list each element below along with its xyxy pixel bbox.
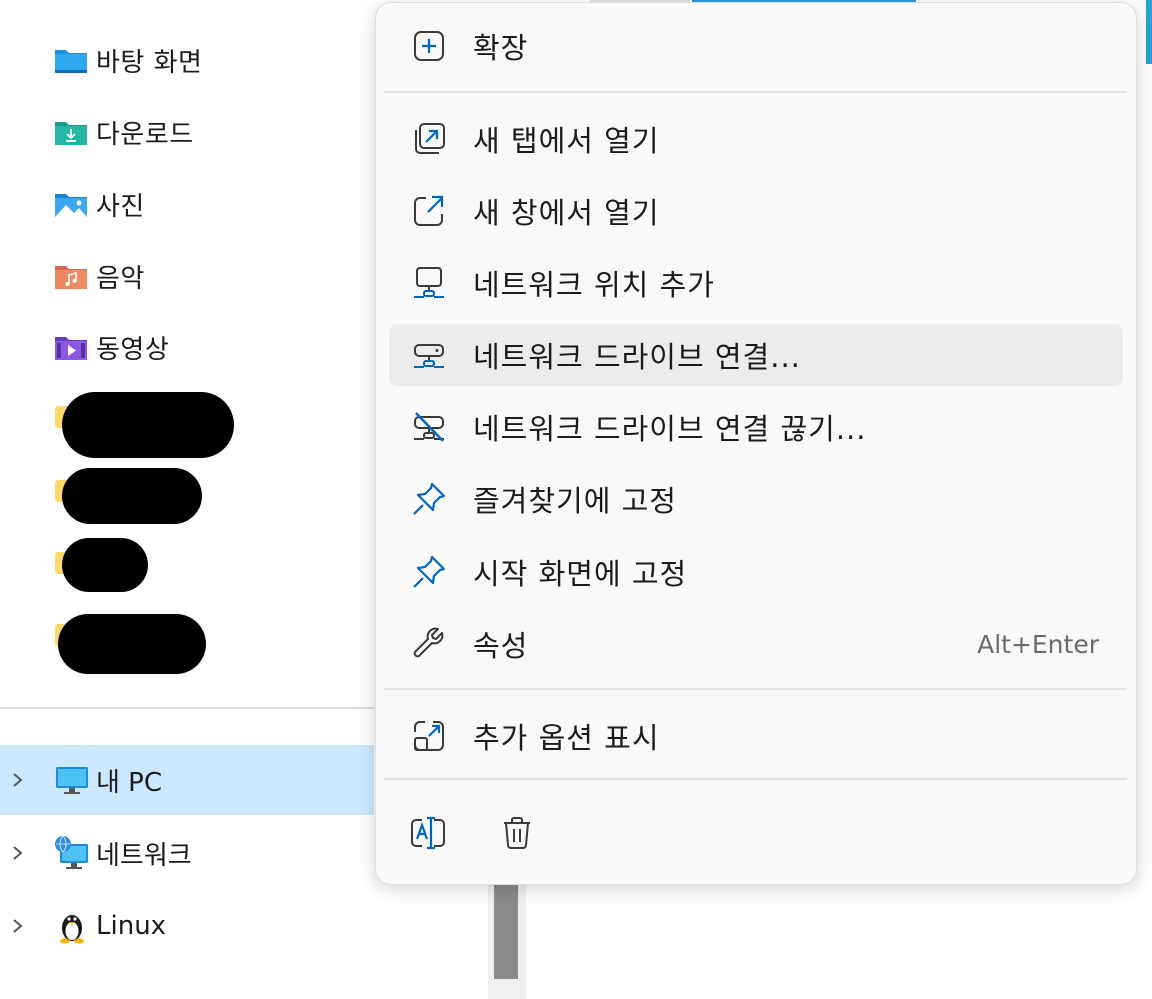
menu-item-label: 속성 xyxy=(473,629,529,663)
menu-item-label: 시작 화면에 고정 xyxy=(473,557,688,591)
chevron-right-icon[interactable] xyxy=(10,770,26,790)
chevron-right-icon[interactable] xyxy=(10,916,26,936)
downloads-folder-icon xyxy=(54,118,88,146)
menu-item-shortcut: Alt+Enter xyxy=(977,629,1099,659)
chevron-right-icon[interactable] xyxy=(10,843,26,863)
redacted-folder-name xyxy=(58,614,206,674)
music-folder-icon xyxy=(54,262,88,290)
menu-item-label: 네트워크 위치 추가 xyxy=(473,268,715,302)
menu-item-expand[interactable]: 확장 xyxy=(389,15,1123,77)
navigation-pane: 바탕 화면 다운로드 사진 음악 동영상 내 PC 네트워크 Linux xyxy=(0,0,374,999)
menu-item-label: 추가 옵션 표시 xyxy=(473,721,660,755)
menu-item-label: 네트워크 드라이브 연결... xyxy=(473,340,801,374)
tree-item-label: 내 PC xyxy=(96,767,163,798)
quick-access-label: 사진 xyxy=(96,191,145,222)
menu-item-label: 확장 xyxy=(473,31,529,65)
pin-icon xyxy=(411,554,447,590)
menu-item-label: 새 탭에서 열기 xyxy=(473,124,660,158)
quick-access-pictures[interactable]: 사진 xyxy=(54,184,145,224)
scrollbar-thumb[interactable] xyxy=(494,884,518,979)
menu-item-open-new-window[interactable]: 새 창에서 열기 xyxy=(389,180,1123,242)
quick-access-videos[interactable]: 동영상 xyxy=(54,327,169,367)
expand-plus-icon xyxy=(411,28,447,64)
rename-icon xyxy=(408,813,448,857)
tree-item-label: 네트워크 xyxy=(96,840,192,871)
tree-item-network[interactable]: 네트워크 xyxy=(0,818,374,888)
menu-item-open-new-tab[interactable]: 새 탭에서 열기 xyxy=(389,108,1123,170)
wrench-icon xyxy=(411,626,447,662)
quick-access-downloads[interactable]: 다운로드 xyxy=(54,112,194,152)
quick-access-desktop[interactable]: 바탕 화면 xyxy=(54,40,202,80)
menu-item-pin-to-quick-access[interactable]: 즐겨찾기에 고정 xyxy=(389,468,1123,530)
open-new-window-icon xyxy=(411,193,447,229)
show-more-options-icon xyxy=(411,718,447,754)
quick-access-label: 동영상 xyxy=(96,334,170,365)
quick-access-label: 다운로드 xyxy=(96,119,194,150)
computer-icon xyxy=(54,762,90,798)
menu-item-label: 네트워크 드라이브 연결 끊기... xyxy=(473,412,867,446)
quick-access-label: 바탕 화면 xyxy=(96,47,203,78)
delete-button[interactable] xyxy=(493,811,541,859)
redacted-folder-name xyxy=(62,468,202,524)
tree-item-linux[interactable]: Linux xyxy=(0,891,374,961)
open-new-tab-icon xyxy=(411,121,447,157)
network-icon xyxy=(54,835,90,871)
context-menu: 확장 새 탭에서 열기 새 창에서 열기 네트워크 위치 추가 네트워크 드라이… xyxy=(375,2,1137,885)
pin-icon xyxy=(411,481,447,517)
desktop-folder-icon xyxy=(54,46,88,74)
menu-separator xyxy=(384,91,1127,93)
delete-trash-icon xyxy=(497,813,537,857)
menu-item-show-more-options[interactable]: 추가 옵션 표시 xyxy=(389,705,1123,767)
menu-item-label: 즐겨찾기에 고정 xyxy=(473,484,677,518)
redacted-folder-name xyxy=(62,538,148,592)
menu-item-disconnect-network-drive[interactable]: 네트워크 드라이브 연결 끊기... xyxy=(389,396,1123,458)
menu-item-label: 새 창에서 열기 xyxy=(473,196,660,230)
menu-separator xyxy=(384,778,1127,780)
menu-separator xyxy=(384,688,1127,690)
tree-item-label: Linux xyxy=(96,911,167,941)
redacted-folder-name xyxy=(62,392,234,458)
disconnect-network-drive-icon xyxy=(411,409,447,445)
menu-item-pin-to-start[interactable]: 시작 화면에 고정 xyxy=(389,541,1123,603)
map-network-drive-icon xyxy=(411,337,447,373)
content-scroll-accent xyxy=(1146,0,1152,64)
add-network-location-icon xyxy=(411,265,447,301)
nav-divider xyxy=(0,707,374,709)
menu-item-map-network-drive[interactable]: 네트워크 드라이브 연결... xyxy=(389,324,1123,386)
menu-item-add-network-location[interactable]: 네트워크 위치 추가 xyxy=(389,252,1123,314)
menu-item-properties[interactable]: 속성 Alt+Enter xyxy=(389,613,1123,675)
pictures-folder-icon xyxy=(54,190,88,218)
videos-folder-icon xyxy=(54,333,88,361)
quick-access-music[interactable]: 음악 xyxy=(54,256,145,296)
tree-item-this-pc[interactable]: 내 PC xyxy=(0,745,374,815)
rename-button[interactable] xyxy=(404,811,452,859)
linux-penguin-icon xyxy=(54,908,90,944)
quick-access-label: 음악 xyxy=(96,263,145,294)
